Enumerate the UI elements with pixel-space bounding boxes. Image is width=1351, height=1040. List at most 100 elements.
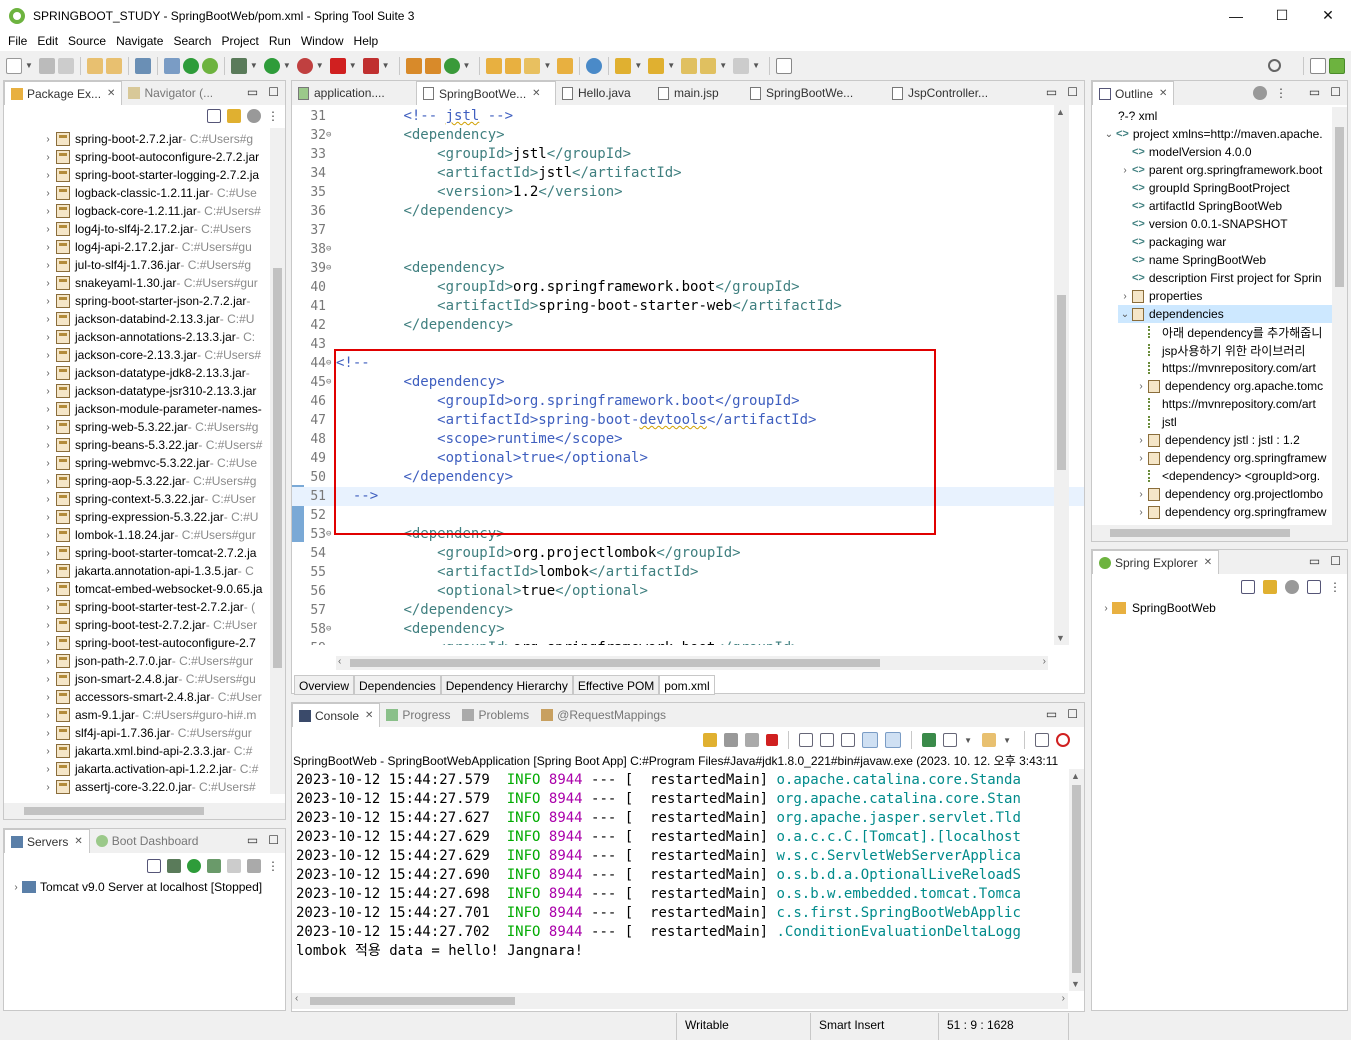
new-file-icon[interactable] (6, 57, 22, 74)
relaunch-icon[interactable] (703, 733, 718, 747)
package-tree-item[interactable]: › jakarta.activation-api-1.2.2.jar - C:# (42, 760, 269, 778)
minimize-icon[interactable]: ▭ (1309, 85, 1320, 99)
expand-icon[interactable]: › (42, 458, 54, 469)
expand-icon[interactable]: › (1134, 435, 1148, 446)
remove-launch-icon[interactable] (724, 733, 739, 747)
expand-icon[interactable]: › (42, 350, 54, 361)
tab-editor-file[interactable]: JspController... (886, 81, 1026, 105)
scroll-up-icon[interactable]: ▲ (1056, 107, 1065, 117)
view-menu-icon[interactable]: ⋮ (1329, 580, 1341, 594)
server-row[interactable]: › Tomcat v9.0 Server at localhost [Stopp… (10, 878, 282, 896)
expand-icon[interactable]: › (1134, 489, 1148, 500)
filter-icon[interactable] (247, 109, 261, 123)
fold-toggle-icon[interactable]: ⊖ (326, 373, 334, 392)
open-folder-icon[interactable] (486, 57, 503, 74)
outline-item[interactable]: › <> parent org.springframework.boot (1118, 161, 1332, 179)
expand-icon[interactable]: › (42, 638, 54, 649)
maximize-icon[interactable]: ☐ (1330, 85, 1341, 99)
package-tree-item[interactable]: › spring-context-5.3.22.jar - C:#User (42, 490, 269, 508)
outline-item[interactable]: › dependency org.projectlombo (1134, 485, 1332, 503)
menu-edit[interactable]: Edit (32, 34, 63, 48)
expand-icon[interactable]: › (42, 242, 54, 253)
fold-toggle-icon[interactable]: ⊖ (326, 620, 334, 639)
dropdown-arrow-icon[interactable]: ▼ (316, 61, 324, 70)
expand-icon[interactable]: › (42, 548, 54, 559)
close-icon[interactable]: ✕ (107, 88, 115, 99)
close-icon[interactable]: ✕ (1204, 557, 1212, 568)
pom-page-tab[interactable]: Overview (294, 675, 355, 695)
pom-page-tab[interactable]: Effective POM (572, 675, 660, 695)
outline-item[interactable]: https://mvnrepository.com/art (1134, 359, 1332, 377)
outline-item[interactable]: › dependency org.springframew (1134, 449, 1332, 467)
menu-navigate[interactable]: Navigate (111, 34, 168, 48)
console-vscrollbar[interactable]: ▲ ▼ (1069, 769, 1084, 991)
outline-item[interactable]: <> version 0.0.1-SNAPSHOT (1118, 215, 1332, 233)
expand-icon[interactable]: › (42, 602, 54, 613)
package-tree-item[interactable]: › spring-webmvc-5.3.22.jar - C:#Use (42, 454, 269, 472)
dropdown-arrow-icon[interactable]: ▼ (719, 61, 727, 70)
back-icon[interactable] (700, 57, 717, 74)
tab-boot-dashboard[interactable]: Boot Dashboard (90, 829, 205, 853)
expand-icon[interactable]: ⌄ (1102, 129, 1116, 140)
expand-icon[interactable]: › (42, 494, 54, 505)
link-with-editor-icon[interactable] (227, 109, 241, 123)
package-tree-item[interactable]: › spring-web-5.3.22.jar - C:#Users#g (42, 418, 269, 436)
editor-vscrollbar[interactable]: ▲ ▼ (1054, 105, 1069, 645)
run-icon[interactable] (263, 57, 280, 74)
tab-spring-explorer[interactable]: Spring Explorer ✕ (1092, 550, 1220, 574)
expand-icon[interactable]: › (42, 656, 54, 667)
package-tree-item[interactable]: › jackson-module-parameter-names- (42, 400, 269, 418)
menu-run[interactable]: Run (264, 34, 296, 48)
console-output[interactable]: 2023-10-12 15:44:27.579 INFO 8944 --- [ … (292, 769, 1068, 991)
dropdown-arrow-icon[interactable]: ▼ (250, 61, 258, 70)
package-tree-item[interactable]: › spring-boot-2.7.2.jar - C:#Users#g (42, 130, 269, 148)
maximize-icon[interactable]: ☐ (1067, 85, 1078, 99)
fold-toggle-icon[interactable]: ⊖ (326, 259, 334, 278)
minimize-icon[interactable]: ▭ (247, 833, 258, 847)
minimize-icon[interactable]: ▭ (247, 85, 258, 99)
hscrollbar-thumb[interactable] (24, 807, 204, 815)
tab-console-view[interactable]: @RequestMappings (535, 703, 672, 727)
scroll-down-icon[interactable]: ▼ (1056, 633, 1065, 643)
new-package-icon[interactable] (424, 57, 441, 74)
link-with-editor-icon[interactable] (1263, 580, 1277, 594)
outline-item[interactable]: <> name SpringBootWeb (1118, 251, 1332, 269)
expand-icon[interactable]: › (42, 404, 54, 415)
package-tree-item[interactable]: › log4j-to-slf4j-2.17.2.jar - C:#Users (42, 220, 269, 238)
package-tree-item[interactable]: › asm-9.1.jar - C:#Users#guro-hi#.m (42, 706, 269, 724)
outline-item[interactable]: <> modelVersion 4.0.0 (1118, 143, 1332, 161)
expand-icon[interactable]: › (42, 746, 54, 757)
collapse-all-icon[interactable] (147, 859, 161, 873)
fold-toggle-icon[interactable]: ⊖ (326, 240, 334, 259)
package-tree-item[interactable]: › slf4j-api-1.7.36.jar - C:#Users#gur (42, 724, 269, 742)
package-tree-item[interactable]: › json-smart-2.4.8.jar - C:#Users#gu (42, 670, 269, 688)
debug-server-icon[interactable] (167, 859, 181, 873)
show-on-stderr-icon[interactable] (885, 732, 902, 748)
pin-editor-icon[interactable] (776, 57, 793, 74)
scrollbar-thumb[interactable] (273, 268, 282, 668)
new-class-icon[interactable] (443, 57, 460, 74)
tab-console-view[interactable]: Progress (380, 703, 456, 727)
publish-icon[interactable] (247, 859, 261, 873)
menu-file[interactable]: File (3, 34, 32, 48)
folder-task-icon[interactable] (557, 57, 574, 74)
tab-editor-file[interactable]: application.... (292, 81, 416, 105)
package-tree-item[interactable]: › spring-expression-5.3.22.jar - C:#U (42, 508, 269, 526)
spring-boot-dashboard-icon[interactable] (182, 57, 199, 74)
expand-icon[interactable]: › (1134, 507, 1148, 518)
expand-icon[interactable]: › (42, 584, 54, 595)
expand-icon[interactable]: › (42, 566, 54, 577)
expand-icon[interactable]: › (42, 422, 54, 433)
outline-item[interactable]: › properties (1118, 287, 1332, 305)
maximize-icon[interactable]: ☐ (268, 85, 279, 99)
outline-hscrollbar[interactable] (1092, 525, 1347, 541)
tab-console-view[interactable]: Console ✕ (292, 703, 381, 727)
search-icon[interactable] (1268, 59, 1281, 72)
close-icon[interactable]: ✕ (365, 710, 373, 721)
clear-console-icon[interactable] (799, 733, 814, 747)
expand-icon[interactable]: › (42, 170, 54, 181)
tab-editor-file[interactable]: main.jsp (652, 81, 744, 105)
package-tree-item[interactable]: › json-path-2.7.0.jar - C:#Users#gur (42, 652, 269, 670)
sort-icon[interactable] (1307, 580, 1321, 594)
outline-item[interactable]: › dependency jstl : jstl : 1.2 (1134, 431, 1332, 449)
